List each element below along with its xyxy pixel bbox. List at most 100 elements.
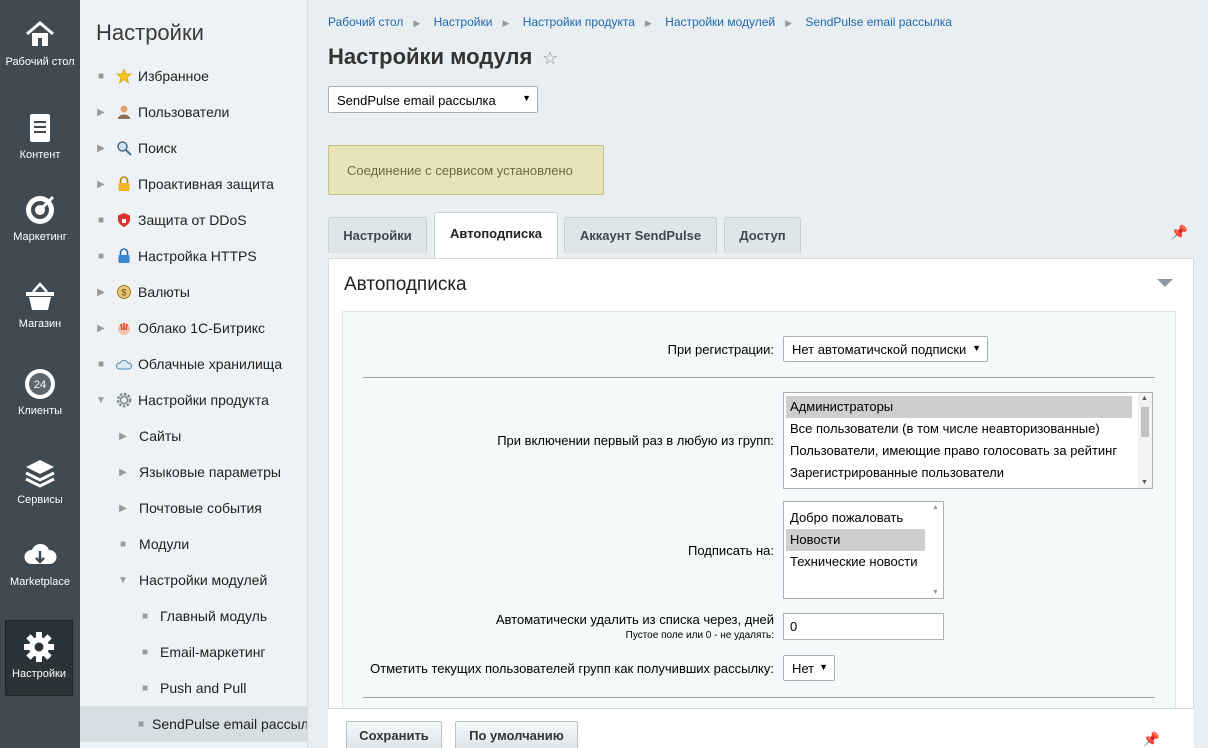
tab-autosubscribe[interactable]: Автоподписка xyxy=(434,212,558,258)
menu-item-module-settings[interactable]: ▼ Настройки модулей xyxy=(80,562,307,598)
dropdown-arrow-icon: ▼ xyxy=(522,93,531,103)
footer-bar: Сохранить По умолчанию 📌 xyxy=(328,708,1194,748)
main-rail: Рабочий стол Контент Маркетинг Магазин 2… xyxy=(0,0,80,748)
list-option[interactable]: Администраторы xyxy=(786,396,1132,418)
save-button[interactable]: Сохранить xyxy=(346,721,442,748)
chevron-down-icon[interactable] xyxy=(1157,279,1173,287)
autodelete-label: Автоматически удалить из списка через, д… xyxy=(495,612,774,627)
rail-item-shop[interactable]: Магазин xyxy=(0,280,80,331)
svg-text:24: 24 xyxy=(34,379,46,391)
svg-text:$: $ xyxy=(121,288,126,298)
star-outline-icon[interactable]: ☆ xyxy=(542,48,558,69)
rail-item-services[interactable]: Сервисы xyxy=(0,456,80,507)
menu-item-push-pull[interactable]: ■ Push and Pull xyxy=(80,670,307,706)
breadcrumb-separator-icon: ▶ xyxy=(413,18,421,28)
menu-item-main-module[interactable]: ■ Главный модуль xyxy=(80,598,307,634)
default-button[interactable]: По умолчанию xyxy=(455,721,578,748)
breadcrumb-separator-icon: ▶ xyxy=(502,18,510,28)
panel-title: Автоподписка xyxy=(344,274,467,295)
menu-item-ddos[interactable]: ■ Защита от DDoS xyxy=(80,202,307,238)
dropdown-arrow-icon: ▼ xyxy=(972,343,981,353)
menu-item-users[interactable]: ▶ Пользователи xyxy=(80,94,307,130)
menu-item-search[interactable]: ▶ Поиск xyxy=(80,130,307,166)
shield-icon xyxy=(116,212,132,228)
list-option[interactable]: Пользователи, имеющие право голосовать з… xyxy=(786,440,1150,462)
module-select[interactable]: SendPulse email рассылка ▼ xyxy=(328,86,538,113)
divider xyxy=(363,377,1155,378)
menu-item-favorites[interactable]: ■ Избранное xyxy=(80,58,307,94)
rail-item-desktop[interactable]: Рабочий стол xyxy=(0,18,80,69)
rail-item-marketplace[interactable]: Marketplace xyxy=(0,538,80,589)
scroll-down-icon[interactable]: ▼ xyxy=(932,589,939,596)
menu-item-sendpulse[interactable]: ■ SendPulse email рассыл xyxy=(80,706,307,742)
cloud-storage-icon xyxy=(116,356,132,372)
document-icon xyxy=(30,114,50,142)
scroll-up-icon[interactable]: ▲ xyxy=(1141,395,1148,402)
divider xyxy=(363,697,1155,698)
list-option[interactable]: Добро пожаловать xyxy=(786,507,925,529)
expand-arrow-icon: ▶ xyxy=(97,322,105,334)
tab-settings[interactable]: Настройки xyxy=(328,217,427,253)
user-icon xyxy=(116,104,132,120)
scrollbar[interactable]: ▲ ▼ xyxy=(1138,393,1152,488)
autosubscribe-panel: Автоподписка При регистрации: Нет автома… xyxy=(328,258,1194,748)
gear-icon xyxy=(24,632,54,662)
groups-listbox[interactable]: Администраторы Все пользователи (в том ч… xyxy=(783,392,1153,489)
subscribe-listbox[interactable]: Добро пожаловать Новости Технические нов… xyxy=(783,501,944,599)
autodelete-input[interactable]: 0 xyxy=(783,613,944,640)
bullet-icon: ■ xyxy=(97,250,105,262)
tab-access[interactable]: Доступ xyxy=(724,217,801,253)
registration-select[interactable]: Нет автоматичской подписки ▼ xyxy=(783,336,988,362)
star-icon xyxy=(116,68,132,84)
expand-arrow-icon: ▶ xyxy=(119,502,127,514)
rail-item-settings[interactable]: Настройки xyxy=(5,620,73,696)
target-icon xyxy=(26,195,55,224)
dropdown-arrow-icon: ▼ xyxy=(819,662,828,672)
list-option[interactable]: Технические новости xyxy=(786,551,925,573)
scroll-thumb[interactable] xyxy=(1141,407,1149,437)
menu-item-currency[interactable]: ▶ $ Валюты xyxy=(80,274,307,310)
rail-item-content[interactable]: Контент xyxy=(0,111,80,162)
menu-item-sites[interactable]: ▶ Сайты xyxy=(80,418,307,454)
pin-icon[interactable]: 📌 xyxy=(1171,224,1188,241)
rail-item-marketing[interactable]: Маркетинг xyxy=(0,193,80,244)
menu-item-product-settings[interactable]: ▼ Настройки продукта xyxy=(80,382,307,418)
bullet-icon: ■ xyxy=(119,538,127,550)
scrollbar[interactable]: ▲ ▼ xyxy=(929,502,943,598)
subscribe-label: Подписать на: xyxy=(688,543,774,558)
cloud-download-icon xyxy=(24,543,57,564)
tab-sendpulse-account[interactable]: Аккаунт SendPulse xyxy=(564,217,717,253)
layers-icon xyxy=(25,460,55,488)
breadcrumb-link-module-settings[interactable]: Настройки модулей xyxy=(665,15,775,29)
breadcrumb-link-desktop[interactable]: Рабочий стол xyxy=(328,15,403,29)
menu-item-https[interactable]: ■ Настройка HTTPS xyxy=(80,238,307,274)
menu-item-proactive[interactable]: ▶ Проактивная защита xyxy=(80,166,307,202)
mark-select[interactable]: Нет ▼ xyxy=(783,655,835,681)
menu-item-modules[interactable]: ■ Модули xyxy=(80,526,307,562)
list-option[interactable]: Новости xyxy=(786,529,925,551)
list-option[interactable]: Зарегистрированные пользователи xyxy=(786,462,1150,484)
expand-arrow-icon: ▶ xyxy=(97,106,105,118)
gear-icon xyxy=(116,392,132,408)
menu-item-bitrix-cloud[interactable]: ▶ Облако 1С-Битрикс xyxy=(80,310,307,346)
pin-icon[interactable]: 📌 xyxy=(1143,731,1160,748)
mark-label: Отметить текущих пользователей групп как… xyxy=(370,661,774,676)
expand-arrow-icon: ▶ xyxy=(97,286,105,298)
menu-item-languages[interactable]: ▶ Языковые параметры xyxy=(80,454,307,490)
breadcrumb-link-sendpulse[interactable]: SendPulse email рассылка xyxy=(805,15,952,29)
scroll-up-icon[interactable]: ▲ xyxy=(932,504,939,511)
menu-item-cloud-storage[interactable]: ■ Облачные хранилища xyxy=(80,346,307,382)
bullet-icon: ■ xyxy=(141,646,149,658)
breadcrumb-link-settings[interactable]: Настройки xyxy=(434,15,493,29)
clock-24-icon: 24 xyxy=(25,369,55,399)
expand-arrow-icon: ▶ xyxy=(97,178,105,190)
currency-icon: $ xyxy=(116,284,132,300)
breadcrumb-link-product-settings[interactable]: Настройки продукта xyxy=(523,15,635,29)
menu-item-mail-events[interactable]: ▶ Почтовые события xyxy=(80,490,307,526)
form-area: При регистрации: Нет автоматичской подпи… xyxy=(342,311,1176,748)
rail-item-clients[interactable]: 24 Клиенты xyxy=(0,367,80,418)
scroll-down-icon[interactable]: ▼ xyxy=(1141,479,1148,486)
list-option[interactable]: Все пользователи (в том числе неавторизо… xyxy=(786,418,1150,440)
menu-item-email-marketing[interactable]: ■ Email-маркетинг xyxy=(80,634,307,670)
bullet-icon: ■ xyxy=(97,358,105,370)
